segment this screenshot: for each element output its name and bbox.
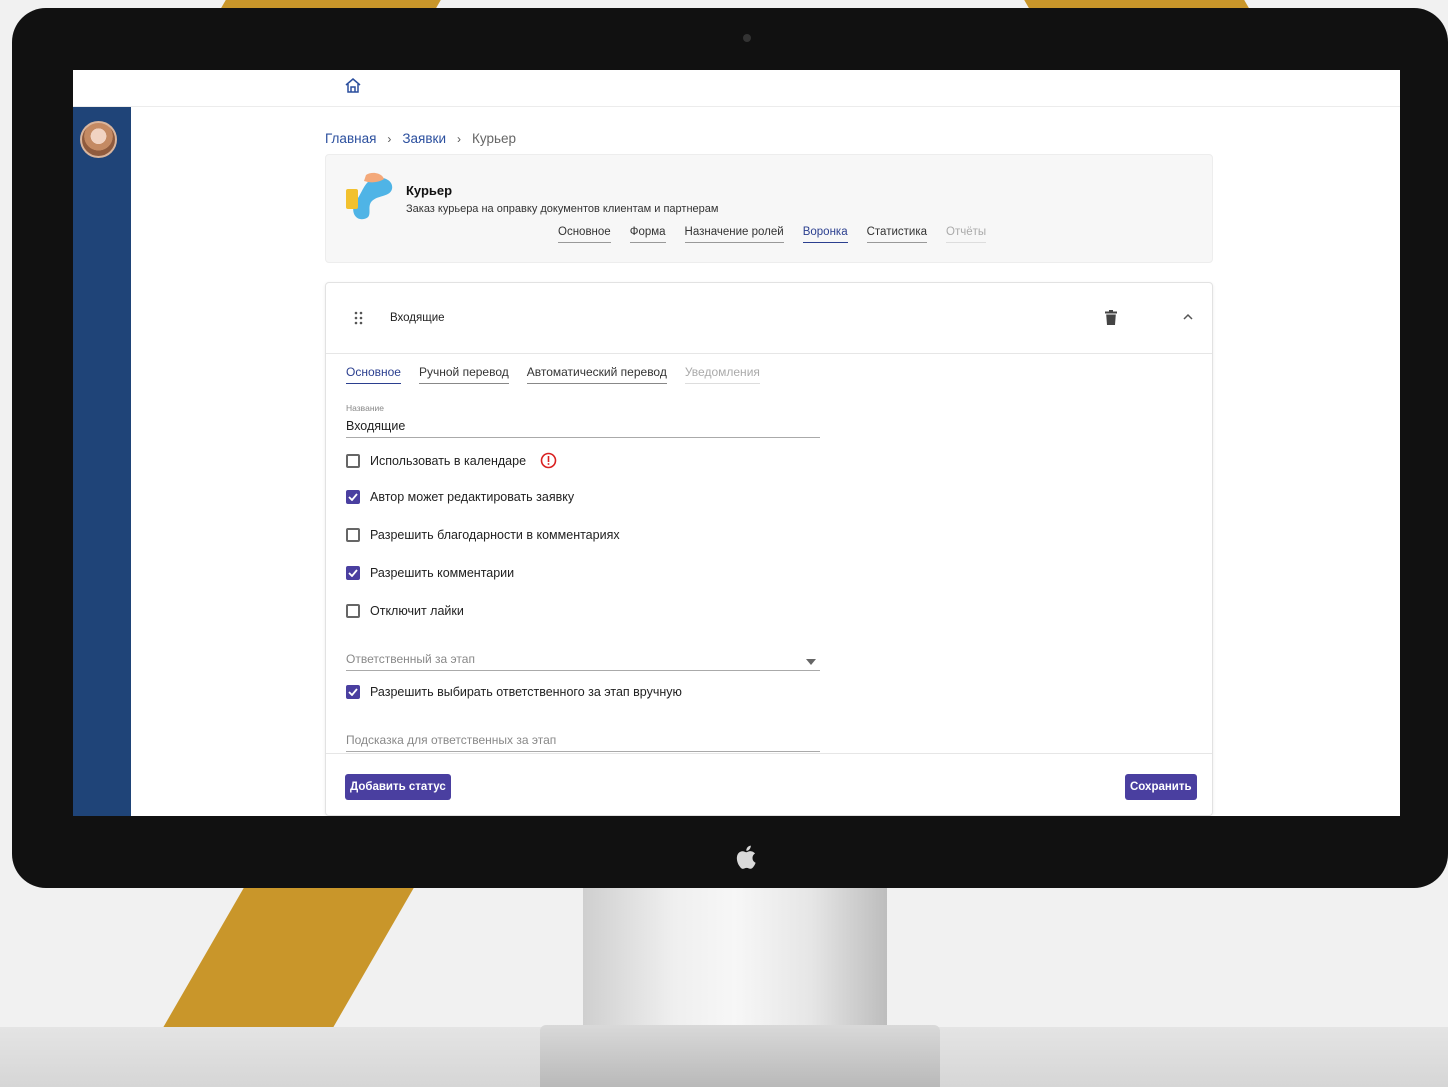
monitor-stand-base bbox=[540, 1025, 940, 1087]
status-name: Входящие bbox=[390, 312, 445, 324]
apple-logo-icon bbox=[736, 845, 756, 869]
checkbox-label: Использовать в календаре bbox=[370, 453, 527, 468]
warning-icon[interactable] bbox=[540, 452, 557, 469]
breadcrumb-requests[interactable]: Заявки bbox=[402, 131, 446, 146]
backdrop-stripe-bottom bbox=[161, 880, 419, 1030]
trash-icon[interactable] bbox=[1105, 310, 1117, 325]
checkbox-box-checked[interactable] bbox=[346, 685, 360, 699]
breadcrumb-home[interactable]: Главная bbox=[325, 131, 376, 146]
checkbox-manual-responsible[interactable]: Разрешить выбирать ответственного за эта… bbox=[346, 685, 682, 699]
checkbox-allow-thanks[interactable]: Разрешить благодарности в комментариях bbox=[346, 528, 620, 542]
breadcrumb-current: Курьер bbox=[471, 131, 517, 146]
checkbox-label: Автор может редактировать заявку bbox=[370, 490, 575, 504]
tab-funnel[interactable]: Воронка bbox=[802, 226, 848, 243]
responsible-select-underline bbox=[346, 670, 820, 671]
monitor-stand bbox=[583, 880, 887, 1030]
checkbox-box-checked[interactable] bbox=[346, 566, 360, 580]
dropdown-arrow-icon[interactable] bbox=[806, 659, 816, 665]
checkbox-author-can-edit[interactable]: Автор может редактировать заявку bbox=[346, 490, 574, 504]
breadcrumb-separator: › bbox=[456, 131, 461, 146]
tab-main[interactable]: Основное bbox=[558, 226, 611, 243]
checkbox-box[interactable] bbox=[346, 528, 360, 542]
name-field-underline bbox=[346, 437, 820, 438]
checkbox-label: Отключит лайки bbox=[370, 604, 464, 618]
subtab-auto-transfer[interactable]: Автоматический перевод bbox=[526, 365, 667, 384]
chevron-up-icon[interactable] bbox=[1182, 312, 1194, 322]
service-title: Курьер bbox=[406, 183, 453, 198]
checkbox-use-in-calendar[interactable]: Использовать в календаре bbox=[346, 452, 557, 469]
checkbox-box[interactable] bbox=[346, 453, 360, 468]
tab-statistics[interactable]: Статистика bbox=[866, 226, 928, 243]
top-bar bbox=[73, 70, 1400, 107]
camera-dot bbox=[743, 34, 751, 42]
status-subtabs: Основное Ручной перевод Автоматический п… bbox=[346, 365, 760, 384]
breadcrumb: Главная › Заявки › Курьер bbox=[325, 131, 516, 146]
check-icon bbox=[348, 493, 358, 501]
checkbox-label: Разрешить благодарности в комментариях bbox=[370, 528, 620, 542]
left-sidebar bbox=[73, 107, 131, 816]
checkbox-label: Разрешить выбирать ответственного за эта… bbox=[370, 685, 682, 699]
avatar[interactable] bbox=[80, 121, 117, 158]
checkbox-box[interactable] bbox=[346, 604, 360, 618]
status-card-footer: Добавить статус Сохранить bbox=[326, 753, 1212, 815]
subtab-notifications[interactable]: Уведомления bbox=[684, 365, 760, 384]
status-card: Входящие Основное Ручной перевод Автомат… bbox=[325, 282, 1213, 816]
hint-field[interactable]: Подсказка для ответственных за этап bbox=[346, 733, 556, 747]
service-description: Заказ курьера на оправку документов клие… bbox=[406, 203, 719, 215]
checkbox-box-checked[interactable] bbox=[346, 490, 360, 504]
service-tabs: Основное Форма Назначение ролей Воронка … bbox=[558, 226, 987, 243]
checkbox-allow-comments[interactable]: Разрешить комментарии bbox=[346, 566, 514, 580]
status-card-header[interactable]: Входящие bbox=[326, 283, 1212, 354]
check-icon bbox=[348, 688, 358, 696]
checkbox-label: Разрешить комментарии bbox=[370, 566, 515, 580]
tab-roles[interactable]: Назначение ролей bbox=[684, 226, 784, 243]
name-field[interactable]: Входящие bbox=[346, 419, 405, 433]
add-status-button[interactable]: Добавить статус bbox=[345, 774, 451, 800]
checkbox-disable-likes[interactable]: Отключит лайки bbox=[346, 604, 464, 618]
subtab-manual-transfer[interactable]: Ручной перевод bbox=[418, 365, 509, 384]
hint-field-underline bbox=[346, 751, 820, 752]
subtab-main[interactable]: Основное bbox=[346, 365, 401, 384]
save-button[interactable]: Сохранить bbox=[1125, 774, 1197, 800]
service-header-card: Курьер Заказ курьера на оправку документ… bbox=[325, 154, 1213, 263]
check-icon bbox=[348, 569, 358, 577]
home-icon[interactable] bbox=[344, 77, 362, 95]
courier-service-icon bbox=[346, 172, 393, 220]
breadcrumb-separator: › bbox=[387, 131, 392, 146]
responsible-select[interactable]: Ответственный за этап bbox=[346, 652, 475, 666]
app-screen: Главная › Заявки › Курьер Курьер Заказ к… bbox=[73, 70, 1400, 816]
drag-handle-icon[interactable] bbox=[354, 311, 364, 325]
tab-reports[interactable]: Отчёты bbox=[946, 226, 987, 243]
name-field-label: Название bbox=[346, 403, 384, 413]
tab-form[interactable]: Форма bbox=[629, 226, 666, 243]
